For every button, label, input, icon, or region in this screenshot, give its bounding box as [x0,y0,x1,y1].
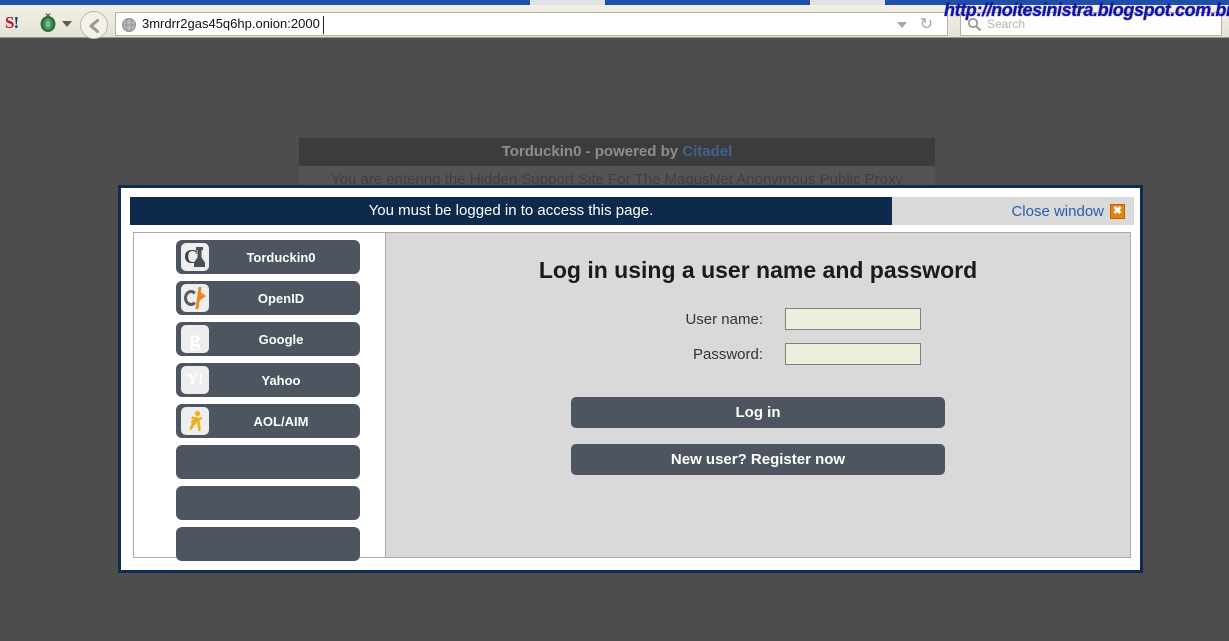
auth-provider-empty-slot[interactable] [176,527,360,561]
auth-provider-aol-aim[interactable]: AOL/AIM [176,404,360,438]
modal-title: You must be logged in to access this pag… [130,197,892,225]
citadel-icon: C [181,243,209,271]
back-button[interactable] [80,11,108,39]
login-form-panel: Log in using a user name and password Us… [386,233,1130,557]
modal-topbar: You must be logged in to access this pag… [130,197,1134,225]
form-actions: Log in New user? Register now [386,397,1130,475]
yahoo-icon: Y! [181,366,209,394]
site-header-prefix: Torduckin0 - powered by [501,143,683,160]
globe-icon [121,17,137,33]
close-window-label: Close window [1011,202,1104,220]
auth-provider-torduckin0[interactable]: C Torduckin0 [176,240,360,274]
text-caret [323,16,324,34]
auth-provider-empty-slot[interactable] [176,445,360,479]
close-window-button[interactable]: Close window ✖ [892,197,1134,225]
startpage-icon[interactable]: S! [5,13,27,33]
openid-icon [181,284,209,312]
aol-running-man-icon [181,407,209,435]
auth-provider-google[interactable]: g Google [176,322,360,356]
google-icon: g [181,325,209,353]
site-header: Torduckin0 - powered by Citadel [299,138,935,166]
login-modal: You must be logged in to access this pag… [118,185,1143,573]
address-bar[interactable]: 3mrdrr2gas45q6hp.onion:2000 ↻ [115,12,948,36]
google-glyph: g [189,326,201,351]
auth-provider-yahoo[interactable]: Y! Yahoo [176,363,360,397]
username-input[interactable] [785,308,921,330]
username-row: User name: [386,308,1130,330]
username-label: User name: [685,310,763,328]
watermark-url: http://noitesinistra.blogspot.com.br/ [944,0,1229,20]
password-label: Password: [692,345,763,363]
login-button[interactable]: Log in [571,397,945,428]
reload-icon[interactable]: ↻ [920,16,933,34]
close-icon[interactable]: ✖ [1110,203,1125,219]
favicon-bang: ! [13,13,19,32]
auth-provider-sidebar: C Torduckin0 OpenID g Google Y! Yahoo AO… [134,233,386,561]
chevron-down-icon[interactable] [897,22,907,28]
screen: S! 3mrdrr2gas45q6hp.onion:2000 ↻ Search … [0,0,1229,641]
password-input[interactable] [785,343,921,365]
login-form-heading: Log in using a user name and password [538,257,978,283]
onion-icon[interactable] [38,13,58,33]
auth-provider-empty-slot[interactable] [176,486,360,520]
register-button[interactable]: New user? Register now [571,444,945,475]
chevron-down-icon[interactable] [62,21,72,27]
password-row: Password: [386,343,1130,365]
address-bar-text: 3mrdrr2gas45q6hp.onion:2000 [142,16,320,31]
yahoo-glyph: Y! [186,371,204,388]
auth-provider-openid[interactable]: OpenID [176,281,360,315]
site-header-brand[interactable]: Citadel [682,143,732,160]
modal-body: C Torduckin0 OpenID g Google Y! Yahoo AO… [133,232,1131,561]
